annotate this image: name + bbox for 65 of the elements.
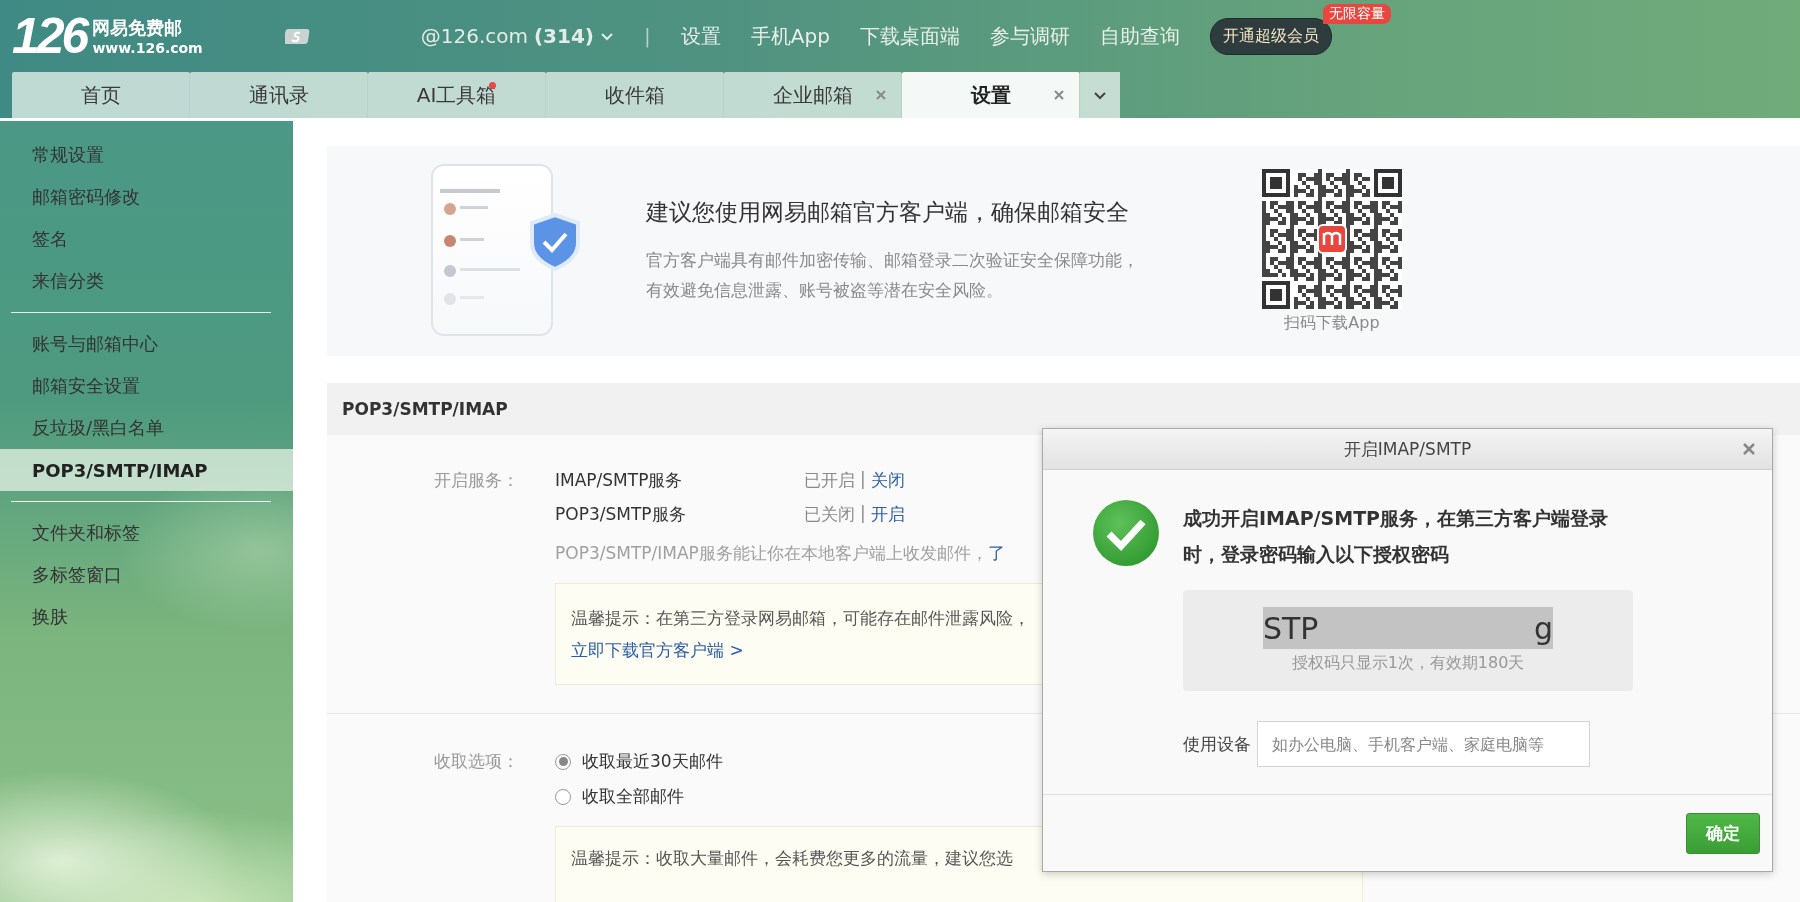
dialog-title: 开启IMAP/SMTP <box>1343 437 1472 461</box>
device-input[interactable]: 如办公电脑、手机客户端、家庭电脑等 <box>1257 721 1590 767</box>
learn-more-link[interactable]: 了 <box>987 543 1005 563</box>
capacity-badge: 无限容量 <box>1322 3 1391 24</box>
sidebar-item[interactable]: 邮箱密码修改 <box>0 176 293 218</box>
option-label: 收取全部邮件 <box>582 785 684 808</box>
sidebar-item[interactable]: 常规设置 <box>0 134 293 176</box>
success-check-icon <box>1093 500 1159 566</box>
tab[interactable]: 设置 <box>902 72 1080 118</box>
section-header: POP3/SMTP/IMAP <box>327 383 1800 435</box>
tab[interactable]: 企业邮箱 <box>724 72 902 118</box>
qr-caption: 扫码下载App <box>1284 312 1380 334</box>
sidebar-item[interactable]: 多标签窗口 <box>0 554 293 596</box>
success-message: 成功开启IMAP/SMTP服务，在第三方客户端登录时，登录密码输入以下授权密码 <box>1183 506 1610 567</box>
separator: | <box>644 24 651 48</box>
sidebar-item[interactable]: 账号与邮箱中心 <box>0 323 293 365</box>
logo-number: 126 <box>12 7 87 65</box>
chevron-down-icon <box>1093 89 1107 101</box>
banner-description: 官方客户端具有邮件加密传输、邮箱登录二次验证安全保障功能，有效避免信息泄露、账号被盗等潜在安全风险。 <box>646 249 1140 302</box>
nav-link[interactable]: 自助查询 <box>1099 22 1180 50</box>
sidebar-item[interactable]: 邮箱安全设置 <box>0 365 293 407</box>
chevron-down-icon <box>600 30 614 42</box>
tip-text: 温馨提示：在第三方登录网易邮箱，可能存在邮件泄露风险， <box>571 608 1030 628</box>
field-label: 开启服务： <box>434 469 520 492</box>
nav-link[interactable]: 下载桌面端 <box>859 22 960 50</box>
radio-button[interactable] <box>555 788 571 805</box>
nav-link[interactable]: 设置 <box>680 22 721 50</box>
service-name: POP3/SMTP服务 <box>555 503 687 526</box>
device-label: 使用设备 <box>1183 732 1251 756</box>
tab[interactable]: 首页 <box>12 72 190 118</box>
account-menu[interactable]: @126.com (314) <box>420 24 614 48</box>
radio-button[interactable] <box>555 753 571 770</box>
sidebar-item[interactable]: 换肤 <box>0 596 293 638</box>
separator: | <box>860 503 866 525</box>
field-label: 收取选项： <box>434 750 520 773</box>
close-icon <box>1742 442 1756 456</box>
logo-url: www.126.com <box>92 40 203 56</box>
tip-text: 温馨提示：收取大量邮件，会耗费您更多的流量，建议您选 <box>571 848 1013 868</box>
nav-link[interactable]: 参与调研 <box>989 22 1070 50</box>
separator: | <box>860 469 866 491</box>
sidebar-item[interactable]: 来信分类 <box>0 260 293 302</box>
option-label: 收取最近30天邮件 <box>582 750 723 773</box>
tab[interactable]: 收件箱 <box>546 72 724 118</box>
banner-title: 建议您使用网易邮箱官方客户端，确保邮箱安全 <box>646 197 1130 227</box>
auth-code: g <box>1533 610 1553 646</box>
confirm-button[interactable]: 确定 <box>1686 812 1760 854</box>
service-status: 已关闭 <box>804 503 855 526</box>
sidebar-item[interactable]: 签名 <box>0 218 293 260</box>
auth-code: STP <box>1263 610 1319 646</box>
code-note: 授权码只显示1次，有效期180天 <box>1291 653 1525 674</box>
sidebar-item[interactable]: 反垃圾/黑白名单 <box>0 407 293 449</box>
download-link[interactable]: 立即下载官方客户端 > <box>571 634 744 666</box>
sidebar-item[interactable]: 文件夹和标签 <box>0 512 293 554</box>
service-status: 已开启 <box>804 469 855 492</box>
qr-code-icon <box>1262 168 1402 309</box>
tab[interactable]: 通讯录 <box>190 72 368 118</box>
toggle-link[interactable]: 关闭 <box>870 469 905 492</box>
logo-name: 网易免费邮 <box>92 16 184 40</box>
close-icon[interactable] <box>1053 89 1065 101</box>
toggle-link[interactable]: 开启 <box>870 503 905 526</box>
tab[interactable]: AI工具箱 <box>368 72 546 118</box>
close-icon[interactable] <box>875 89 887 101</box>
nav-link[interactable]: 手机App <box>750 22 830 50</box>
sidebar-item[interactable]: POP3/SMTP/IMAP <box>0 449 293 491</box>
service-name: IMAP/SMTP服务 <box>555 469 684 492</box>
